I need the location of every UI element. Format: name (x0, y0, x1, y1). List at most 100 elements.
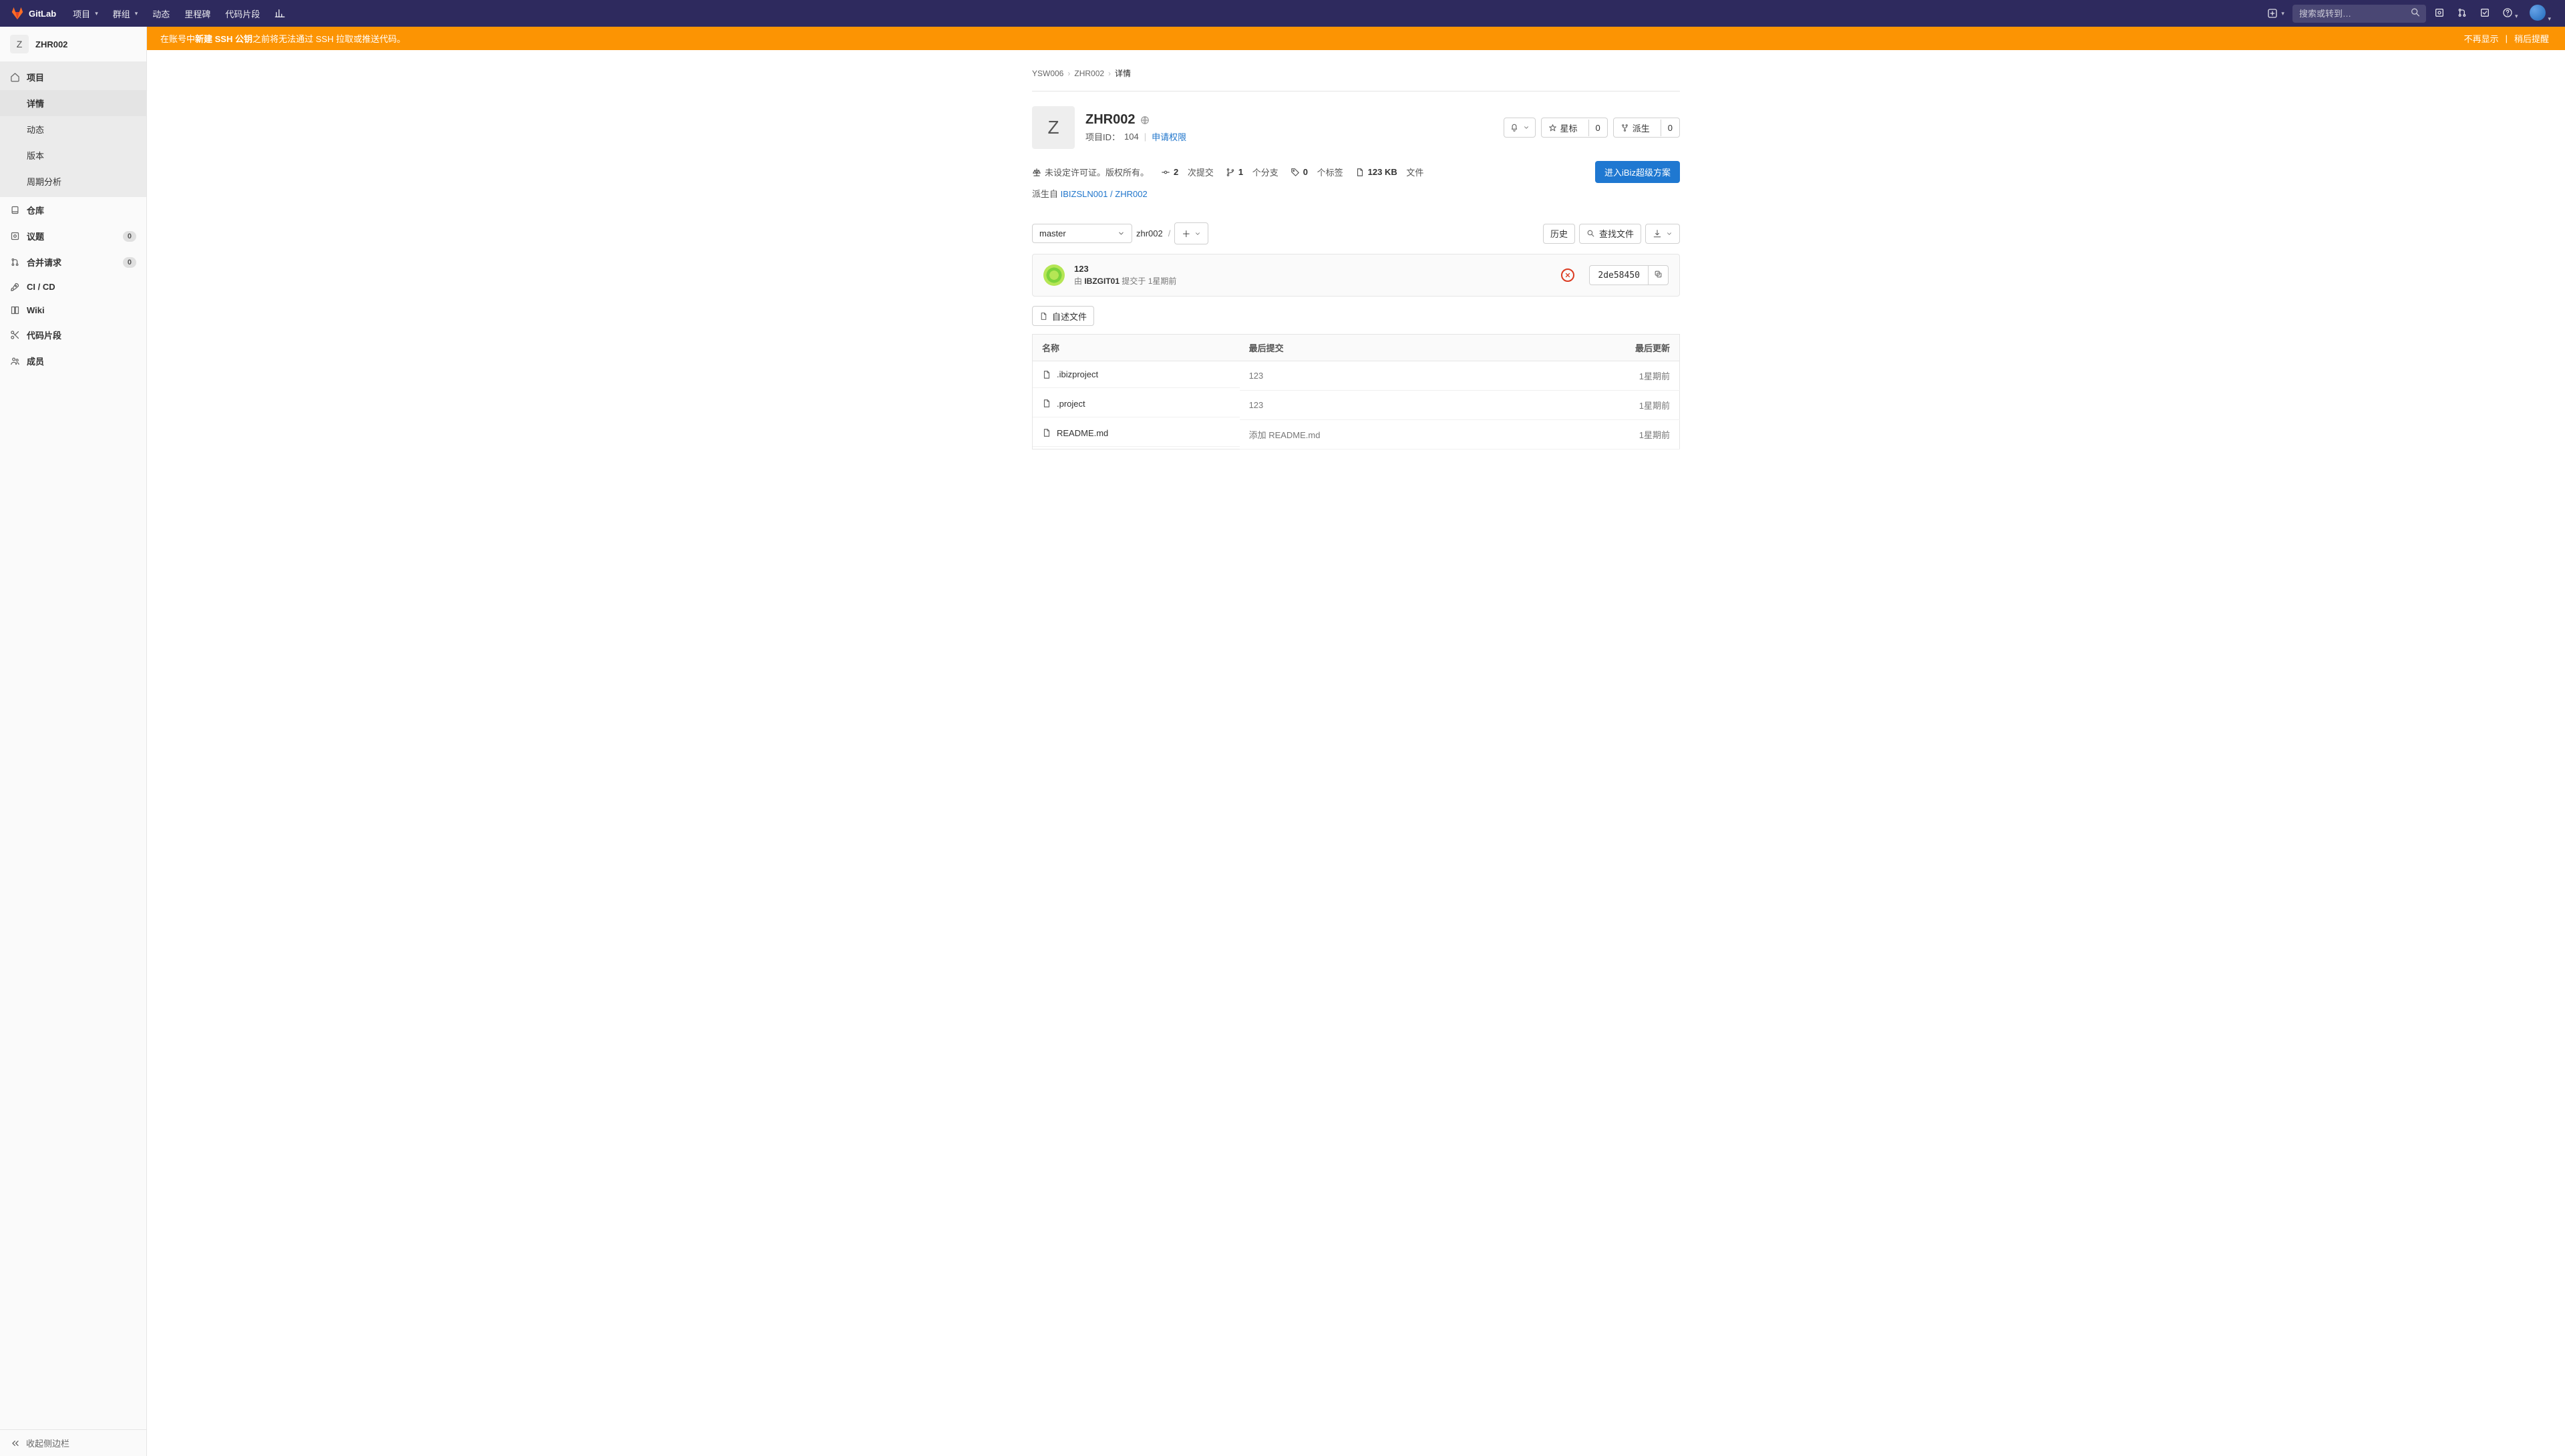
enter-ibiz-button[interactable]: 进入iBiz超级方案 (1595, 161, 1680, 183)
top-right (2263, 1, 2555, 27)
nav-merge-requests[interactable] (2453, 3, 2471, 24)
top-nav: GitLab 项目 群组 动态 里程碑 代码片段 (0, 0, 2565, 27)
help-icon (2502, 7, 2513, 18)
globe-icon (1140, 116, 1150, 125)
commit-author[interactable]: IBZGIT01 (1084, 277, 1120, 286)
commit-meta: 由 IBZGIT01 提交于 1星期前 (1074, 275, 1552, 287)
banner-remind[interactable]: 稍后提醒 (2512, 32, 2552, 45)
sidebar-snippets[interactable]: 代码片段 (0, 322, 146, 348)
nav-milestones[interactable]: 里程碑 (178, 1, 217, 27)
nav-snippets[interactable]: 代码片段 (218, 1, 267, 27)
table-row[interactable]: .project1231星期前 (1033, 391, 1680, 420)
license-stat[interactable]: 未设定许可证。版权所有。 (1032, 166, 1149, 178)
file-name[interactable]: .ibizproject (1033, 361, 1240, 388)
banner-dismiss[interactable]: 不再显示 (2461, 32, 2502, 45)
project-name-label: ZHR002 (35, 39, 67, 49)
breadcrumbs: YSW006 › ZHR002 › 详情 (1032, 63, 1680, 92)
tags-stat[interactable]: 0 个标签 (1291, 166, 1343, 178)
find-file-button[interactable]: 查找文件 (1579, 224, 1641, 244)
star-icon (1548, 124, 1557, 132)
commit-avatar (1043, 264, 1065, 286)
fork-button[interactable]: 派生 0 (1613, 118, 1680, 138)
sidebar-releases[interactable]: 版本 (0, 142, 146, 168)
download-icon (1653, 229, 1662, 238)
user-menu[interactable] (2526, 1, 2555, 27)
chevron-down-icon (1118, 230, 1125, 237)
breadcrumb-project[interactable]: ZHR002 (1074, 69, 1104, 78)
file-name[interactable]: .project (1033, 391, 1240, 417)
copy-sha-button[interactable] (1648, 266, 1668, 285)
file-icon (1042, 428, 1051, 437)
branch-select[interactable]: master (1032, 224, 1132, 243)
nav-projects[interactable]: 项目 (66, 1, 105, 27)
history-button[interactable]: 历史 (1543, 224, 1575, 244)
sidebar-cicd[interactable]: CI / CD (0, 275, 146, 299)
star-button[interactable]: 星标 0 (1541, 118, 1608, 138)
sidebar-project-title[interactable]: Z ZHR002 (0, 27, 146, 61)
sidebar-details[interactable]: 详情 (0, 90, 146, 116)
breadcrumb-owner[interactable]: YSW006 (1032, 69, 1063, 78)
banner-ssh-link[interactable]: 新建 SSH 公钥 (195, 32, 252, 45)
branches-stat[interactable]: 1 个分支 (1226, 166, 1278, 178)
table-row[interactable]: README.md添加 README.md1星期前 (1033, 420, 1680, 449)
pipeline-status-failed[interactable] (1561, 268, 1574, 282)
sidebar-cycle[interactable]: 周期分析 (0, 168, 146, 194)
sidebar-repo[interactable]: 仓库 (0, 197, 146, 223)
plus-menu[interactable] (2263, 4, 2288, 23)
sidebar-merge-requests[interactable]: 合并请求0 (0, 249, 146, 275)
nav-groups[interactable]: 群组 (106, 1, 145, 27)
readme-button[interactable]: 自述文件 (1032, 306, 1094, 326)
col-updated: 最后更新 (1563, 335, 1679, 361)
sha-text[interactable]: 2de58450 (1590, 266, 1648, 285)
banner-suffix: 之前将无法通过 SSH 拉取或推送代码。 (252, 32, 405, 45)
download-button[interactable] (1645, 224, 1680, 244)
sidebar-issues[interactable]: 议题0 (0, 223, 146, 249)
sidebar-project[interactable]: 项目 (0, 64, 146, 90)
file-toolbar: master zhr002 / ＋ 历史 查找文件 (1032, 213, 1680, 254)
file-commit[interactable]: 123 (1240, 361, 1564, 391)
nav-todos[interactable] (2475, 3, 2494, 24)
sidebar-activity[interactable]: 动态 (0, 116, 146, 142)
file-commit[interactable]: 123 (1240, 391, 1564, 420)
commit-icon (1161, 168, 1170, 177)
fork-source-link[interactable]: IBIZSLN001 / ZHR002 (1061, 189, 1148, 199)
sidebar-wiki[interactable]: Wiki (0, 299, 146, 322)
nav-analytics[interactable] (268, 1, 292, 25)
sidebar-members[interactable]: 成员 (0, 348, 146, 374)
path-root[interactable]: zhr002 (1136, 228, 1163, 238)
search-input[interactable] (2292, 5, 2426, 23)
notification-button[interactable] (1504, 118, 1536, 138)
request-access-link[interactable]: 申请权限 (1152, 130, 1186, 143)
avatar-icon (2530, 5, 2546, 21)
project-name: ZHR002 (1085, 112, 1186, 128)
global-search (2292, 5, 2426, 23)
commit-when: 1星期前 (1148, 277, 1177, 286)
add-file-button[interactable]: ＋ (1174, 222, 1208, 244)
star-count: 0 (1588, 120, 1607, 136)
brand[interactable]: GitLab (10, 6, 66, 21)
file-name[interactable]: README.md (1033, 420, 1240, 447)
search-icon[interactable] (2410, 7, 2421, 20)
path: zhr002 / (1136, 228, 1170, 238)
breadcrumb-current: 详情 (1115, 67, 1131, 79)
nav-issues[interactable] (2430, 3, 2449, 24)
nav-activity[interactable]: 动态 (146, 1, 176, 27)
file-commit[interactable]: 添加 README.md (1240, 420, 1564, 449)
files-stat[interactable]: 123 KB 文件 (1355, 166, 1424, 178)
table-row[interactable]: .ibizproject1231星期前 (1033, 361, 1680, 391)
collapse-sidebar[interactable]: 收起侧边栏 (0, 1429, 146, 1456)
issue-icon (2434, 7, 2445, 18)
chart-icon (275, 8, 285, 19)
main: 在账号中 新建 SSH 公钥 之前将无法通过 SSH 拉取或推送代码。 不再显示… (147, 27, 2565, 1456)
project-subtitle: 项目ID： 104 | 申请权限 (1085, 130, 1186, 143)
scissors-icon (10, 330, 20, 340)
nav-help[interactable] (2498, 3, 2522, 24)
tag-icon (1291, 168, 1300, 177)
chevron-down-icon (1666, 230, 1673, 237)
commit-title[interactable]: 123 (1074, 264, 1552, 274)
brand-label: GitLab (29, 9, 56, 19)
file-updated: 1星期前 (1563, 420, 1679, 449)
x-icon (1564, 272, 1571, 279)
col-name: 名称 (1033, 335, 1240, 361)
commits-stat[interactable]: 2 次提交 (1161, 166, 1214, 178)
